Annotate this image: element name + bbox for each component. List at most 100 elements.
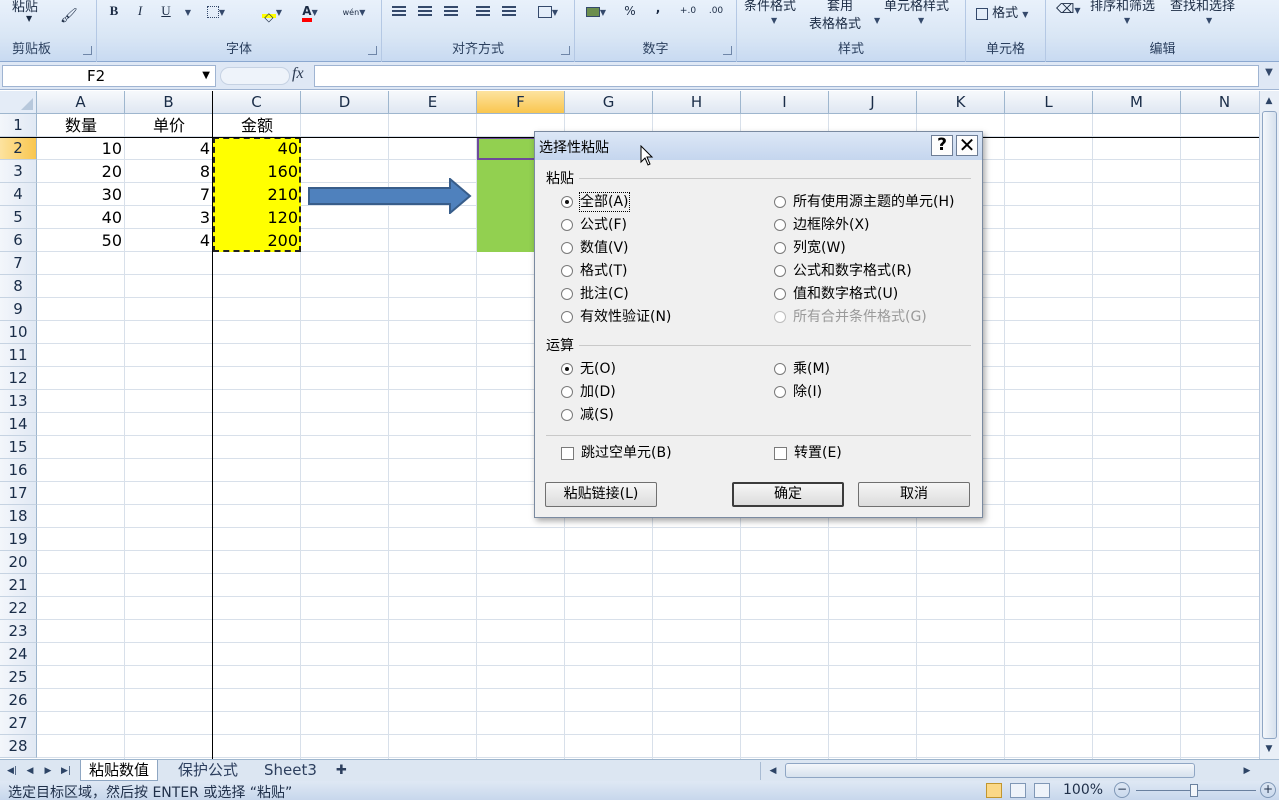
row-header-2[interactable]: 2 bbox=[0, 137, 37, 160]
bold-button[interactable]: B bbox=[105, 0, 123, 22]
italic-button[interactable]: I bbox=[131, 0, 149, 22]
conditional-format-button[interactable]: 条件格式 bbox=[744, 0, 796, 14]
decrease-decimal-button[interactable]: .00 bbox=[707, 0, 725, 22]
accounting-format-icon[interactable]: ▼ bbox=[583, 0, 609, 22]
cell-b6[interactable]: 4 bbox=[125, 229, 213, 252]
tab-paste-values[interactable]: 粘贴数值 bbox=[80, 760, 159, 781]
decrease-indent-icon[interactable] bbox=[474, 0, 492, 22]
next-sheet-icon[interactable]: ▶ bbox=[40, 762, 56, 780]
zoom-level[interactable]: 100% bbox=[1063, 782, 1103, 798]
page-layout-view-icon[interactable] bbox=[1010, 783, 1026, 798]
column-header-m[interactable]: M bbox=[1093, 91, 1181, 114]
column-header-n[interactable]: N bbox=[1181, 91, 1259, 114]
row-header-25[interactable]: 25 bbox=[0, 666, 37, 689]
header-cell-quantity[interactable]: 数量 bbox=[37, 114, 125, 137]
row-header-28[interactable]: 28 bbox=[0, 735, 37, 758]
row-header-14[interactable]: 14 bbox=[0, 413, 37, 436]
merge-center-icon[interactable]: ▼ bbox=[534, 0, 562, 22]
zoom-slider-thumb[interactable] bbox=[1190, 784, 1198, 797]
header-cell-amount[interactable]: 金额 bbox=[213, 114, 301, 137]
cell-a6[interactable]: 50 bbox=[37, 229, 125, 252]
phonetic-icon[interactable]: wén▼ bbox=[337, 0, 371, 22]
row-header-7[interactable]: 7 bbox=[0, 252, 37, 275]
row-header-3[interactable]: 3 bbox=[0, 160, 37, 183]
scroll-left-icon[interactable]: ◀ bbox=[765, 762, 781, 780]
insert-sheet-icon[interactable]: ✚ bbox=[328, 760, 355, 781]
cell-a4[interactable]: 30 bbox=[37, 183, 125, 206]
paste-dropdown-icon[interactable]: ▼ bbox=[26, 14, 32, 23]
first-sheet-icon[interactable]: ◀| bbox=[4, 762, 20, 780]
header-cell-price[interactable]: 单价 bbox=[125, 114, 213, 137]
row-header-23[interactable]: 23 bbox=[0, 620, 37, 643]
clear-icon[interactable]: ⌫▼ bbox=[1056, 2, 1081, 17]
format-cells-button[interactable]: 格式 ▼ bbox=[976, 2, 1028, 21]
font-launcher-icon[interactable] bbox=[368, 46, 377, 55]
cell-a5[interactable]: 40 bbox=[37, 206, 125, 229]
cell-c6[interactable]: 200 bbox=[213, 229, 301, 252]
horizontal-scroll-thumb[interactable] bbox=[785, 763, 1195, 778]
comma-button[interactable]: , bbox=[649, 0, 667, 19]
row-header-15[interactable]: 15 bbox=[0, 436, 37, 459]
row-header-26[interactable]: 26 bbox=[0, 689, 37, 712]
sort-filter-button[interactable]: 排序和筛选 bbox=[1090, 0, 1155, 14]
scroll-down-icon[interactable]: ▼ bbox=[1260, 741, 1278, 757]
row-header-1[interactable]: 1 bbox=[0, 114, 37, 137]
column-header-g[interactable]: G bbox=[565, 91, 653, 114]
expand-formula-icon[interactable]: ▼ bbox=[1261, 67, 1277, 85]
cell-b3[interactable]: 8 bbox=[125, 160, 213, 183]
row-header-6[interactable]: 6 bbox=[0, 229, 37, 252]
scroll-up-icon[interactable]: ▲ bbox=[1260, 93, 1278, 109]
table-format-line1[interactable]: 套用 bbox=[827, 0, 853, 14]
column-header-c[interactable]: C bbox=[213, 91, 301, 114]
column-header-i[interactable]: I bbox=[741, 91, 829, 114]
cell-b5[interactable]: 3 bbox=[125, 206, 213, 229]
row-header-20[interactable]: 20 bbox=[0, 551, 37, 574]
row-header-17[interactable]: 17 bbox=[0, 482, 37, 505]
row-header-13[interactable]: 13 bbox=[0, 390, 37, 413]
cell-a3[interactable]: 20 bbox=[37, 160, 125, 183]
normal-view-icon[interactable] bbox=[986, 783, 1002, 798]
conditional-format-dropdown-icon[interactable]: ▼ bbox=[771, 16, 777, 25]
row-header-27[interactable]: 27 bbox=[0, 712, 37, 735]
name-box-dropdown-icon[interactable]: ▼ bbox=[202, 66, 210, 86]
last-sheet-icon[interactable]: ▶| bbox=[58, 762, 74, 780]
tab-sheet3[interactable]: Sheet3 bbox=[256, 760, 325, 781]
underline-button[interactable]: U bbox=[157, 0, 175, 22]
cell-c2[interactable]: 40 bbox=[213, 137, 301, 160]
align-left-icon[interactable] bbox=[390, 0, 408, 22]
border-icon[interactable]: ▼ bbox=[205, 0, 227, 22]
dialog-titlebar[interactable]: 选择性粘贴 ? ✕ bbox=[535, 132, 982, 160]
row-header-9[interactable]: 9 bbox=[0, 298, 37, 321]
column-header-e[interactable]: E bbox=[389, 91, 477, 114]
paste-button[interactable]: 粘贴 bbox=[12, 0, 38, 15]
vertical-scrollbar[interactable]: ▲ ▼ bbox=[1259, 91, 1279, 759]
row-header-24[interactable]: 24 bbox=[0, 643, 37, 666]
cell-styles-button[interactable]: 单元格样式 bbox=[884, 0, 949, 14]
paste-link-button[interactable]: 粘贴链接(L) bbox=[545, 482, 657, 507]
row-header-19[interactable]: 19 bbox=[0, 528, 37, 551]
clipboard-launcher-icon[interactable] bbox=[83, 46, 92, 55]
ok-button[interactable]: 确定 bbox=[732, 482, 844, 507]
row-header-8[interactable]: 8 bbox=[0, 275, 37, 298]
font-color-button[interactable]: A▼ bbox=[293, 0, 327, 22]
horizontal-scrollbar[interactable]: ◀ ▶ bbox=[760, 762, 1258, 780]
name-box[interactable]: F2 ▼ bbox=[2, 65, 216, 87]
percent-button[interactable]: % bbox=[621, 0, 639, 22]
column-header-k[interactable]: K bbox=[917, 91, 1005, 114]
right-arrow-shape[interactable] bbox=[308, 178, 472, 214]
cancel-button[interactable]: 取消 bbox=[858, 482, 970, 507]
fill-color-icon[interactable]: ◇ ▼ bbox=[255, 0, 289, 24]
row-header-10[interactable]: 10 bbox=[0, 321, 37, 344]
column-header-a[interactable]: A bbox=[37, 91, 125, 114]
row-header-21[interactable]: 21 bbox=[0, 574, 37, 597]
alignment-launcher-icon[interactable] bbox=[561, 46, 570, 55]
cell-c3[interactable]: 160 bbox=[213, 160, 301, 183]
find-select-button[interactable]: 查找和选择 bbox=[1170, 0, 1235, 14]
increase-indent-icon[interactable] bbox=[500, 0, 518, 22]
tab-protect-formula[interactable]: 保护公式 bbox=[170, 760, 246, 781]
zoom-out-icon[interactable]: − bbox=[1114, 782, 1130, 798]
format-painter-icon[interactable]: 🖌 bbox=[60, 8, 78, 24]
column-header-h[interactable]: H bbox=[653, 91, 741, 114]
row-header-12[interactable]: 12 bbox=[0, 367, 37, 390]
formula-input[interactable] bbox=[314, 65, 1259, 87]
